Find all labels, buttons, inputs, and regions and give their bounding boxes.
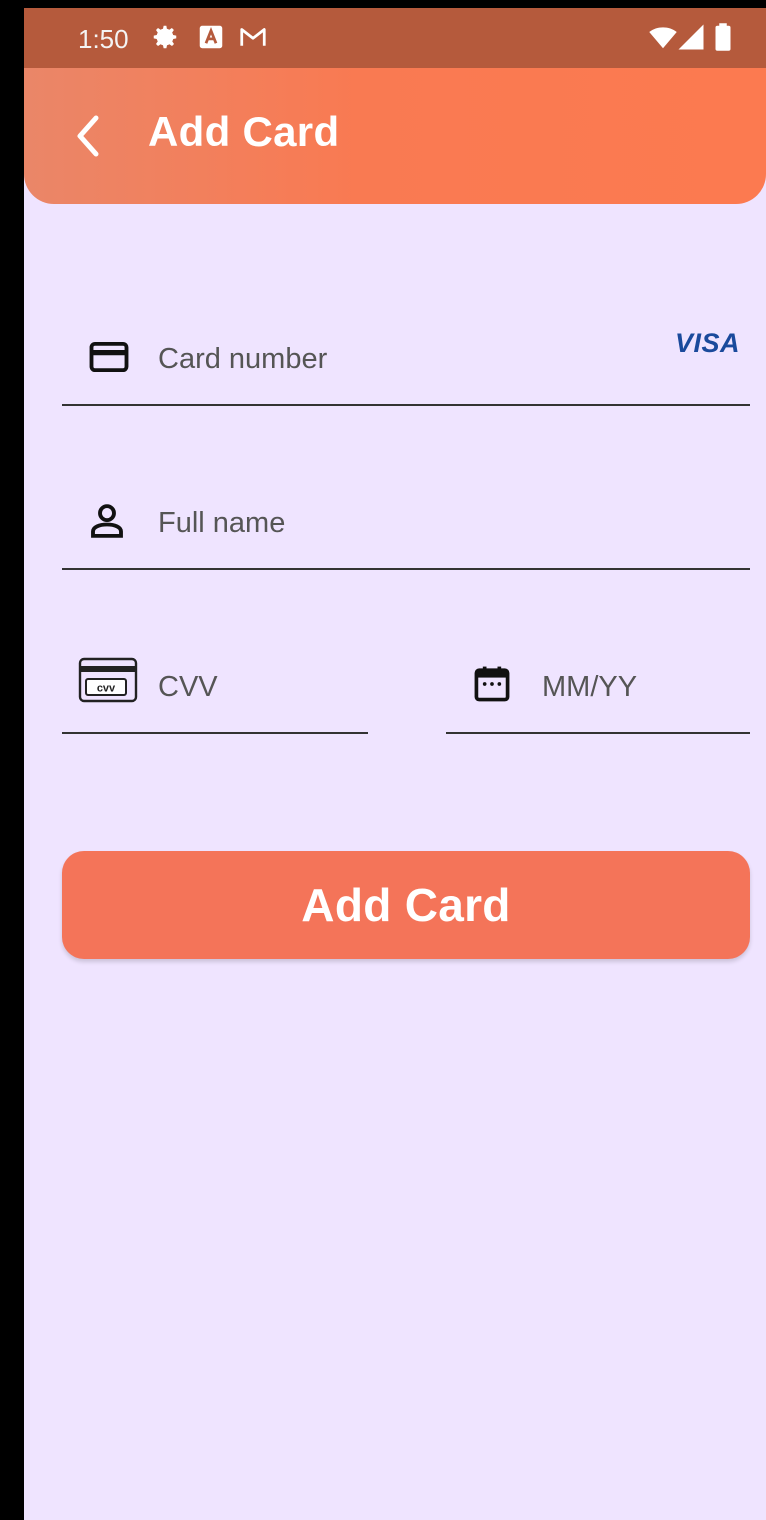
screen: 1:50 Add Card Card number VISA Full name… (24, 8, 766, 1520)
cvv-icon-text: cvv (97, 683, 116, 695)
chevron-left-icon[interactable] (68, 110, 110, 162)
app-bar: Add Card (24, 68, 766, 204)
calendar-icon (474, 666, 510, 702)
battery-icon (715, 23, 731, 51)
gmail-icon (240, 28, 266, 46)
card-number-field: VISA (62, 318, 750, 406)
wifi-icon (649, 27, 677, 49)
page-title: Add Card (148, 108, 340, 155)
person-icon (91, 504, 123, 538)
status-bar: 1:50 (24, 8, 766, 68)
expiry-field (446, 646, 750, 734)
visa-logo: VISA (674, 328, 740, 358)
full-name-field (62, 482, 750, 570)
cvv-input[interactable] (156, 662, 360, 712)
cvv-card-icon: cvv (78, 657, 138, 703)
card-number-input[interactable] (156, 334, 640, 384)
credit-card-icon (89, 341, 129, 373)
a-icon (199, 25, 223, 49)
gear-icon (153, 25, 177, 49)
status-time: 1:50 (78, 24, 129, 54)
cvv-field: cvv (62, 646, 368, 734)
add-card-button[interactable]: Add Card (62, 851, 750, 959)
full-name-input[interactable] (156, 498, 720, 548)
expiry-input[interactable] (540, 662, 744, 712)
signal-icon (678, 24, 704, 50)
